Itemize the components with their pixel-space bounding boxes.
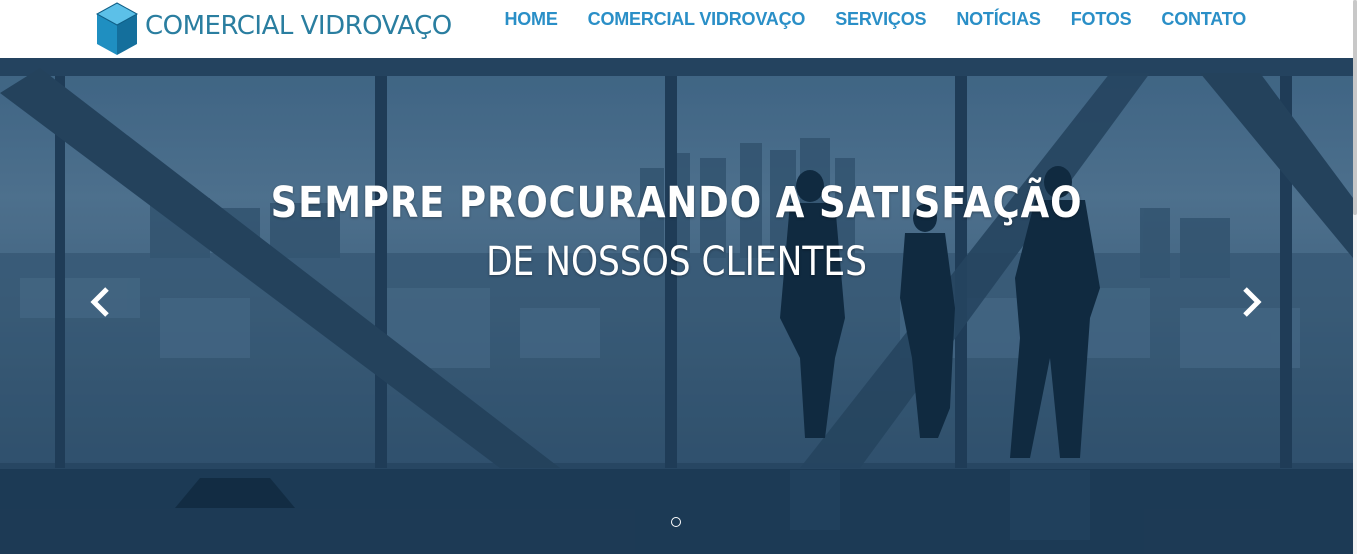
hero-subheadline: DE NOSSOS CLIENTES: [486, 239, 867, 285]
nav-noticias[interactable]: NOTÍCIAS: [956, 9, 1041, 30]
nav-comercial-vidrovaco[interactable]: COMERCIAL VIDROVAÇO: [588, 9, 806, 30]
page-scrollbar[interactable]: [1353, 0, 1357, 554]
hero-headline: SEMPRE PROCURANDO A SATISFAÇÃO: [270, 178, 1083, 228]
top-navbar: COMERCIAL VIDROVAÇO HOME COMERCIAL VIDRO…: [0, 0, 1357, 58]
carousel-prev-button[interactable]: [80, 280, 120, 324]
nav-servicos[interactable]: SERVIÇOS: [835, 9, 926, 30]
chevron-left-icon: [90, 287, 109, 317]
nav-contato[interactable]: CONTATO: [1161, 9, 1246, 30]
hero-carousel: SEMPRE PROCURANDO A SATISFAÇÃO DE NOSSOS…: [0, 58, 1353, 554]
hero-overlay: [0, 58, 1353, 554]
brand-logo-link[interactable]: COMERCIAL VIDROVAÇO: [95, 0, 452, 58]
scrollbar-thumb[interactable]: [1353, 0, 1357, 215]
nav-fotos[interactable]: FOTOS: [1071, 9, 1132, 30]
brand-name: COMERCIAL VIDROVAÇO: [145, 11, 452, 41]
main-menu: HOME COMERCIAL VIDROVAÇO SERVIÇOS NOTÍCI…: [474, 9, 1246, 30]
cube-icon: [95, 2, 139, 55]
carousel-indicator-1[interactable]: [671, 517, 681, 527]
carousel-next-button[interactable]: [1232, 280, 1272, 324]
nav-home[interactable]: HOME: [504, 9, 557, 30]
chevron-right-icon: [1243, 287, 1262, 317]
